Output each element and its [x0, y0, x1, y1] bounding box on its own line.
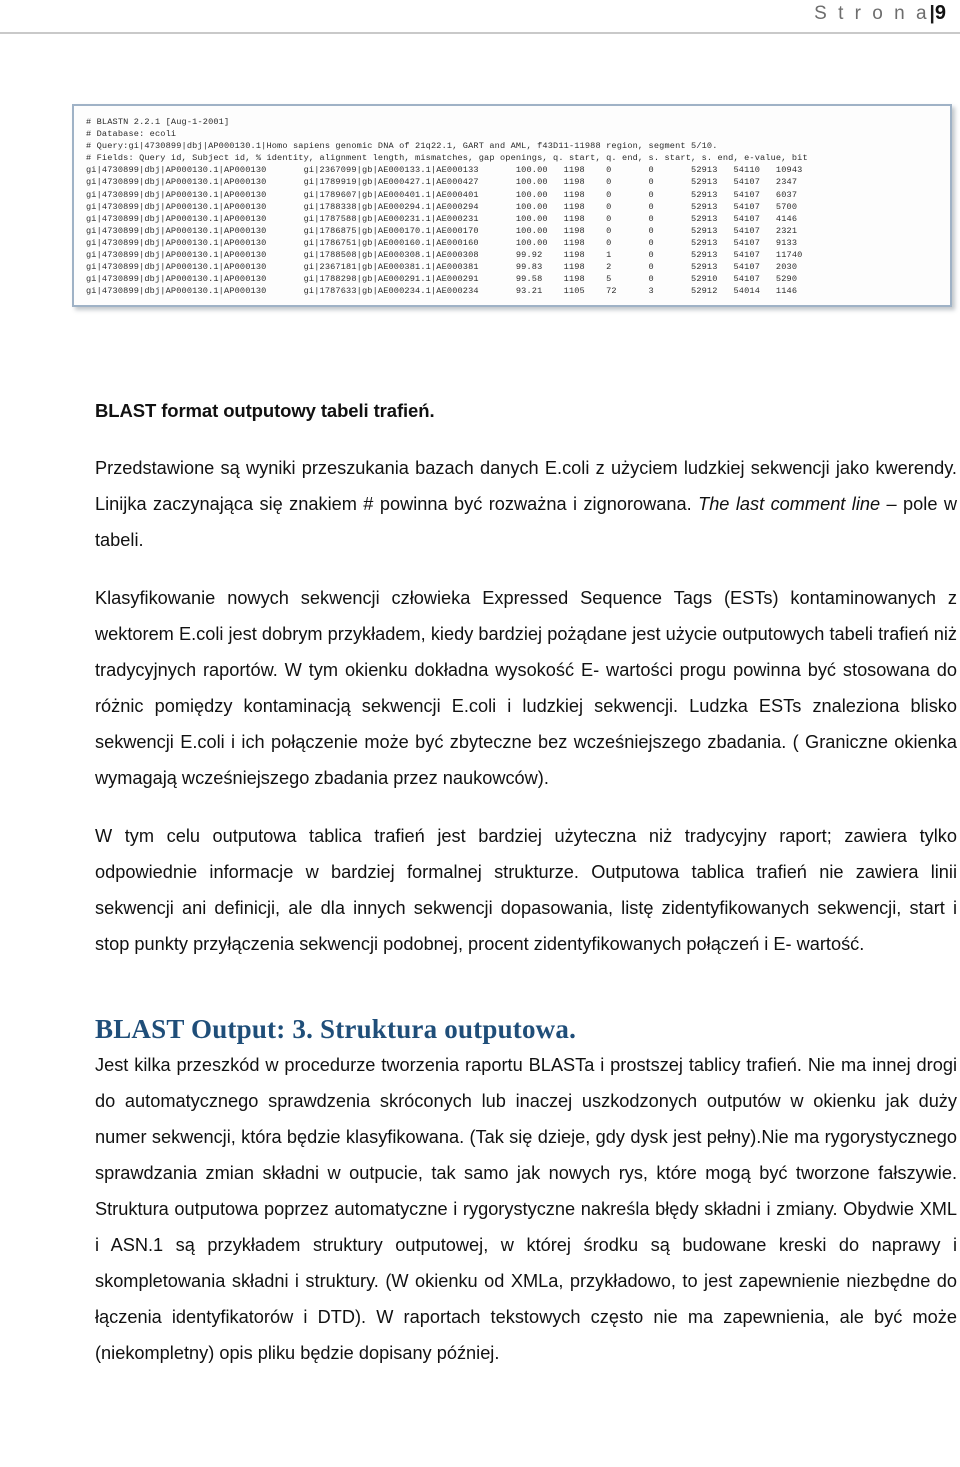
paragraph-intro: Przedstawione są wyniki przeszukania baz…: [95, 450, 957, 558]
paragraph-intro-italic: The last comment line: [698, 494, 881, 514]
blast-output-box: # BLASTN 2.2.1 [Aug-1-2001] # Database: …: [72, 104, 952, 308]
page-number: 9: [934, 2, 946, 24]
blast-output-figure: # BLASTN 2.2.1 [Aug-1-2001] # Database: …: [72, 104, 952, 308]
page-running-header: S t r o n a|9: [0, 0, 960, 34]
section-heading-blast-output-3: BLAST Output: 3. Struktura outputowa.: [95, 1014, 577, 1044]
header-divider-rule: [0, 32, 960, 34]
section-block-structure: BLAST Output: 3. Struktura outputowa. Je…: [95, 1014, 957, 1371]
paragraph-output-structure: Jest kilka przeszkód w procedurze tworze…: [95, 1055, 957, 1363]
paragraph-est-contamination: Klasyfikowanie nowych sekwencji człowiek…: [95, 588, 957, 788]
document-body: BLAST format outputowy tabeli trafień. P…: [95, 400, 957, 1371]
subheading-blast-format: BLAST format outputowy tabeli trafień.: [95, 400, 435, 421]
page-header-label: S t r o n a: [814, 3, 930, 24]
blast-output-text: # BLASTN 2.2.1 [Aug-1-2001] # Database: …: [86, 117, 808, 297]
paragraph-hit-table-usefulness: W tym celu outputowa tablica trafień jes…: [95, 826, 957, 954]
page-header-text: S t r o n a|9: [814, 0, 946, 27]
